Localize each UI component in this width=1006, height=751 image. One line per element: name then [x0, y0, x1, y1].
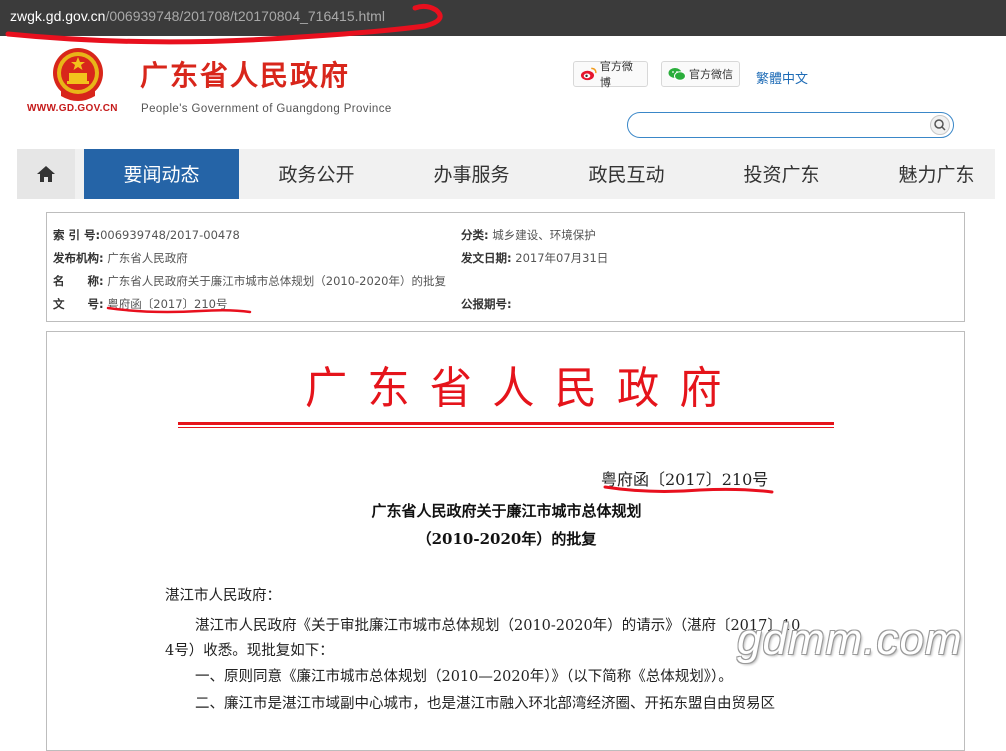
meta-index-value: 006939748/2017-00478	[100, 228, 240, 242]
meta-name-value: 广东省人民政府关于廉江市城市总体规划（2010-2020年）的批复	[107, 274, 446, 288]
item-2-partial: 二、廉江市是湛江市域副中心城市，也是湛江市融入环北部湾经济圈、开拓东盟自由贸易区	[195, 696, 775, 712]
meta-docno-value: 粤府函〔2017〕210号	[107, 297, 228, 311]
meta-issuer-key: 发布机构:	[53, 251, 104, 265]
wechat-icon	[668, 68, 686, 81]
meta-issuer: 发布机构: 广东省人民政府	[53, 250, 188, 266]
traditional-chinese-link[interactable]: 繁體中文	[756, 68, 808, 87]
meta-issuer-value: 广东省人民政府	[107, 251, 188, 265]
paragraph-1-line-2: 4号）收悉。现批复如下：	[165, 643, 334, 659]
main-nav: 要闻动态 政务公开 办事服务 政民互动 投资广东 魅力广东	[17, 149, 995, 199]
document-red-header: 广东省人民政府	[305, 363, 742, 414]
watermark: gdmm.com	[737, 615, 963, 664]
meta-docno-key: 文 号:	[53, 297, 104, 311]
meta-index: 索 引 号:006939748/2017-00478	[53, 227, 240, 243]
meta-date: 发文日期: 2017年07月31日	[461, 250, 608, 266]
site-title[interactable]: 广东省人民政府	[140, 54, 350, 94]
wechat-label: 官方微信	[689, 68, 733, 81]
meta-category-key: 分类:	[461, 228, 489, 242]
meta-name-key: 名 称:	[53, 274, 104, 288]
url-text[interactable]: zwgk.gd.gov.cn/006939748/201708/t2017080…	[10, 8, 385, 24]
nav-item-news[interactable]: 要闻动态	[84, 149, 239, 199]
search-box[interactable]	[627, 112, 954, 138]
nav-item-investment[interactable]: 投资广东	[704, 149, 859, 199]
paragraph-1-line-1: 湛江市人民政府《关于审批廉江市城市总体规划（2010-2020年）的请示》（湛府…	[195, 618, 801, 634]
meta-docno: 文 号: 粤府函〔2017〕210号	[53, 296, 227, 312]
red-rule-thin	[178, 427, 834, 428]
weibo-icon	[580, 67, 597, 81]
nav-item-interaction[interactable]: 政民互动	[549, 149, 704, 199]
meta-date-value: 2017年07月31日	[515, 251, 609, 265]
nav-item-services[interactable]: 办事服务	[394, 149, 549, 199]
wechat-button[interactable]: 官方微信	[661, 61, 740, 87]
home-icon	[37, 166, 55, 182]
national-emblem-icon	[53, 48, 103, 101]
document-metadata: 索 引 号:006939748/2017-00478 分类: 城乡建设、环境保护…	[46, 212, 965, 322]
red-rule-thick	[178, 422, 834, 425]
document-body: 广东省人民政府 粤府函〔2017〕210号 广东省人民政府关于廉江市城市总体规划…	[46, 331, 965, 751]
site-url[interactable]: WWW.GD.GOV.CN	[27, 103, 118, 114]
document-title-line2: （2010-2020年）的批复	[416, 530, 597, 548]
nav-home-button[interactable]	[17, 149, 75, 199]
meta-gazette: 公报期号:	[461, 296, 512, 312]
site-subtitle: People's Government of Guangdong Provinc…	[141, 103, 392, 115]
weibo-label: 官方微博	[599, 60, 633, 89]
page: WWW.GD.GOV.CN 广东省人民政府 People's Governmen…	[17, 36, 995, 751]
url-host: zwgk.gd.gov.cn	[10, 8, 106, 24]
search-button[interactable]	[930, 115, 950, 135]
salutation: 湛江市人民政府：	[165, 588, 281, 604]
nav-item-charm[interactable]: 魅力广东	[859, 149, 1006, 199]
document-title-line1: 广东省人民政府关于廉江市城市总体规划	[371, 502, 642, 520]
meta-category: 分类: 城乡建设、环境保护	[461, 227, 596, 243]
url-path: /006939748/201708/t20170804_716415.html	[105, 8, 385, 24]
meta-index-key: 索 引 号:	[53, 228, 101, 242]
meta-date-key: 发文日期:	[461, 251, 512, 265]
document-number: 粤府函〔2017〕210号	[601, 470, 769, 489]
search-icon	[934, 119, 946, 131]
item-1: 一、原则同意《廉江市城市总体规划（2010—2020年）》（以下简称《总体规划》…	[195, 669, 733, 685]
meta-category-value: 城乡建设、环境保护	[492, 228, 596, 242]
weibo-button[interactable]: 官方微博	[573, 60, 648, 89]
meta-name: 名 称: 广东省人民政府关于廉江市城市总体规划（2010-2020年）的批复	[53, 273, 446, 289]
address-bar[interactable]: zwgk.gd.gov.cn/006939748/201708/t2017080…	[0, 0, 1006, 36]
meta-gazette-key: 公报期号:	[461, 297, 512, 311]
nav-item-gov-affairs[interactable]: 政务公开	[239, 149, 394, 199]
